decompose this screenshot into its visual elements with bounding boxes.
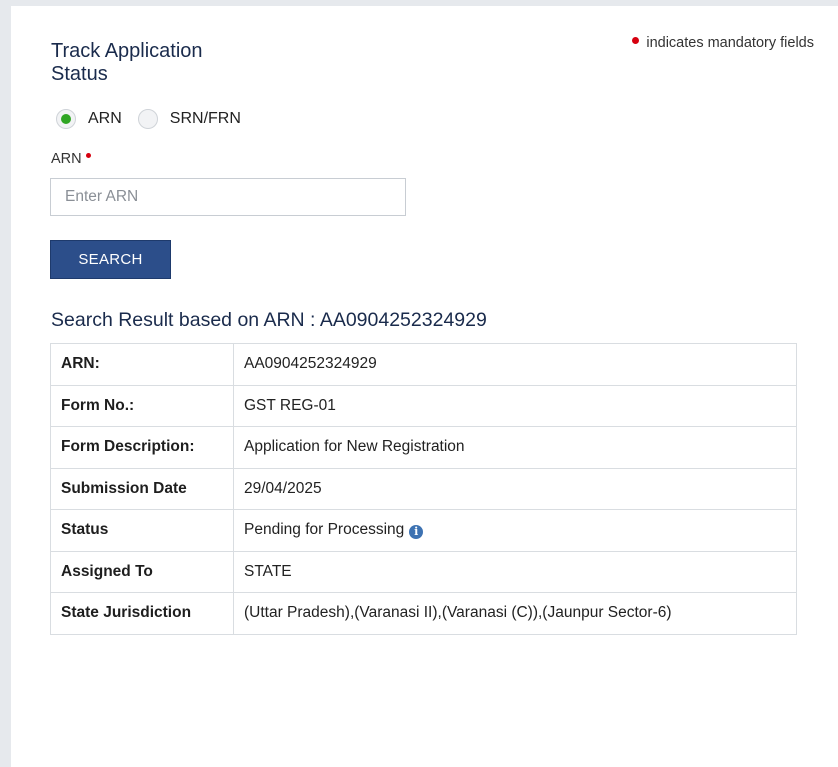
radio-checked-icon[interactable]: [56, 109, 76, 129]
table-row: Assigned To STATE: [50, 550, 797, 593]
result-table: ARN: AA0904252324929 Form No.: GST REG-0…: [50, 343, 797, 635]
status-text: Pending for Processing: [244, 521, 405, 539]
row-value: (Uttar Pradesh),(Varanasi II),(Varanasi …: [233, 592, 797, 635]
radio-arn[interactable]: ARN: [56, 109, 122, 129]
row-value: Application for New Registration: [233, 426, 797, 469]
row-key: Form Description:: [50, 426, 234, 469]
table-row: State Jurisdiction (Uttar Pradesh),(Vara…: [50, 592, 797, 635]
table-row: Form Description: Application for New Re…: [50, 426, 797, 469]
arn-field-label: ARN: [51, 151, 91, 167]
radio-srn-frn-label: SRN/FRN: [169, 110, 241, 127]
row-key: Form No.:: [50, 384, 234, 427]
row-key: ARN:: [50, 343, 234, 386]
mandatory-note-text: indicates mandatory fields: [646, 35, 814, 51]
radio-srn-frn[interactable]: SRN/FRN: [137, 109, 241, 129]
row-value: 29/04/2025: [233, 467, 797, 510]
info-icon[interactable]: i: [409, 525, 424, 540]
row-key: Submission Date: [50, 467, 234, 510]
table-row: ARN: AA0904252324929: [50, 343, 797, 386]
row-value: GST REG-01: [233, 384, 797, 427]
row-key: State Jurisdiction: [50, 592, 234, 635]
search-button[interactable]: SEARCH: [50, 240, 171, 279]
table-row: Form No.: GST REG-01: [50, 384, 797, 427]
row-key: Assigned To: [50, 550, 234, 593]
radio-arn-label: ARN: [88, 110, 122, 127]
search-type-radio-group: ARN SRN/FRN: [56, 109, 257, 129]
row-value: STATE: [233, 550, 797, 593]
row-value: AA0904252324929: [233, 343, 797, 386]
page-title: Track Application Status: [51, 40, 203, 85]
track-status-panel: Track Application Status indicates manda…: [11, 6, 838, 767]
radio-unchecked-icon[interactable]: [137, 109, 158, 129]
mandatory-note: indicates mandatory fields: [632, 35, 814, 51]
required-dot-icon: [85, 152, 91, 158]
row-key: Status: [50, 509, 234, 552]
arn-label-text: ARN: [51, 151, 82, 167]
row-value: Pending for Processing i: [233, 509, 797, 552]
result-heading: Search Result based on ARN : AA090425232…: [51, 309, 487, 331]
table-row: Status Pending for Processing i: [50, 509, 797, 552]
arn-input[interactable]: [50, 178, 406, 216]
table-row: Submission Date 29/04/2025: [50, 467, 797, 510]
mandatory-dot-icon: [632, 36, 640, 44]
